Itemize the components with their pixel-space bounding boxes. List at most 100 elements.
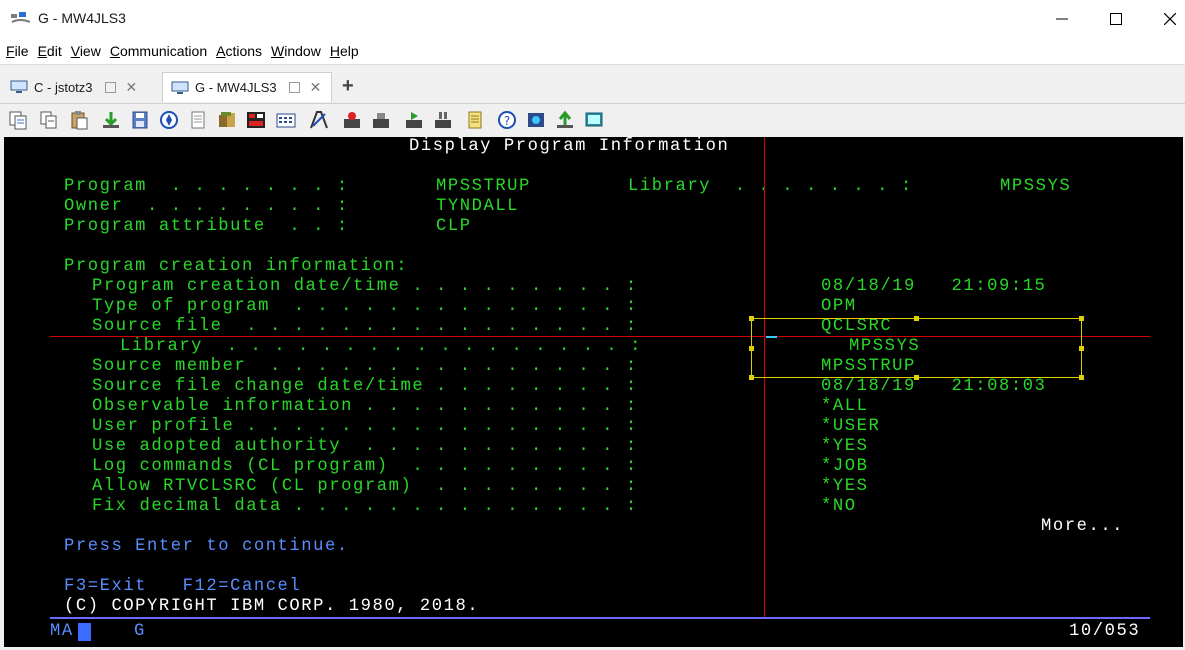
menu-help[interactable]: Help xyxy=(330,43,359,59)
selection-rectangle[interactable] xyxy=(751,318,1082,378)
section-heading: Program creation information: xyxy=(64,257,409,276)
restore-tab-icon[interactable] xyxy=(104,81,116,93)
help-icon[interactable]: ? xyxy=(497,110,517,130)
menu-window[interactable]: Window xyxy=(271,43,321,59)
monitor-icon xyxy=(10,80,28,93)
restore-tab-icon[interactable] xyxy=(288,82,300,93)
library-label: Library . . . . . . . : xyxy=(628,177,913,196)
row-value: *NO xyxy=(821,497,857,516)
instruction-text: Press Enter to continue. xyxy=(64,537,349,556)
oia-session: G xyxy=(134,622,146,641)
notes-icon[interactable] xyxy=(465,110,485,130)
row-label: Log commands (CL program) . . . . . . . … xyxy=(92,457,638,476)
tab-session-g[interactable]: G - MW4JLS3 ✕ xyxy=(162,72,333,102)
tab-label: G - MW4JLS3 xyxy=(195,80,277,95)
oia-status: MA xyxy=(50,622,74,641)
row-label: Source file change date/time . . . . . .… xyxy=(92,377,638,396)
menu-communication[interactable]: Communication xyxy=(110,43,207,59)
record-icon[interactable] xyxy=(246,110,266,130)
row-value: *YES xyxy=(821,437,869,456)
play-icon[interactable] xyxy=(404,110,424,130)
title-bar: G - MW4JLS3 xyxy=(0,0,1185,38)
program-attribute-label: Program attribute . . : xyxy=(64,217,349,236)
selection-handle[interactable] xyxy=(1079,346,1084,351)
close-icon xyxy=(1164,13,1176,25)
row-value: *USER xyxy=(821,417,881,436)
session-tab-bar: C - jstotz3 ✕ G - MW4JLS3 ✕ + xyxy=(0,64,1185,104)
close-tab-icon[interactable]: ✕ xyxy=(310,79,322,96)
row-value: OPM xyxy=(821,297,857,316)
send-file-icon[interactable] xyxy=(555,110,575,130)
tab-session-c[interactable]: C - jstotz3 ✕ xyxy=(2,72,147,102)
save-icon[interactable] xyxy=(130,110,150,130)
tab-label: C - jstotz3 xyxy=(34,79,93,95)
maximize-button[interactable] xyxy=(1092,0,1140,38)
app-logo-icon xyxy=(11,12,31,23)
selection-handle[interactable] xyxy=(749,375,754,380)
navigate-icon[interactable] xyxy=(159,110,179,130)
row-label: Type of program . . . . . . . . . . . . … xyxy=(92,297,638,316)
settings-icon[interactable] xyxy=(526,110,546,130)
text-cursor xyxy=(766,336,777,338)
row-value: *YES xyxy=(821,477,869,496)
owner-label: Owner . . . . . . . . : xyxy=(64,197,349,216)
row-label: Allow RTVCLSRC (CL program) . . . . . . … xyxy=(92,477,638,496)
keypad-icon[interactable] xyxy=(276,110,296,130)
selection-handle[interactable] xyxy=(914,316,919,321)
selection-handle[interactable] xyxy=(1079,316,1084,321)
screen-icon[interactable] xyxy=(584,110,604,130)
selection-handle[interactable] xyxy=(749,346,754,351)
print-icon[interactable] xyxy=(188,110,208,130)
close-button[interactable] xyxy=(1146,0,1185,38)
menu-bar: File Edit View Communication Actions Win… xyxy=(0,38,1185,64)
row-label: Library . . . . . . . . . . . . . . . . … xyxy=(120,337,643,356)
edit-keypad-icon[interactable] xyxy=(309,110,329,130)
close-tab-icon[interactable]: ✕ xyxy=(126,79,138,96)
run-icon[interactable] xyxy=(342,110,362,130)
screen-title: Display Program Information xyxy=(409,137,730,156)
stop-icon[interactable] xyxy=(371,110,391,130)
row-label: Source file . . . . . . . . . . . . . . … xyxy=(92,317,638,336)
selection-handle[interactable] xyxy=(749,316,754,321)
row-label: Fix decimal data . . . . . . . . . . . .… xyxy=(92,497,638,516)
terminal-screen[interactable]: Display Program Information Program . . … xyxy=(4,137,1183,647)
new-tab-button[interactable]: + xyxy=(342,75,354,98)
library-value: MPSSYS xyxy=(1000,177,1072,196)
window-title: G - MW4JLS3 xyxy=(38,10,126,26)
more-indicator: More... xyxy=(1041,517,1125,536)
copy-append-icon[interactable] xyxy=(39,110,59,130)
toolbar: ? xyxy=(0,104,1185,136)
minimize-icon xyxy=(1056,18,1068,20)
maximize-icon xyxy=(1110,13,1122,25)
selection-handle[interactable] xyxy=(1079,375,1084,380)
menu-actions[interactable]: Actions xyxy=(216,43,262,59)
selection-handle[interactable] xyxy=(914,375,919,380)
macro-icon[interactable] xyxy=(217,110,237,130)
row-value: *JOB xyxy=(821,457,869,476)
program-attribute-value: CLP xyxy=(436,217,472,236)
svg-text:?: ? xyxy=(504,114,510,128)
monitor-icon xyxy=(171,81,189,94)
row-value: 08/18/19 21:08:03 xyxy=(821,377,1047,396)
row-label: Source member . . . . . . . . . . . . . … xyxy=(92,357,638,376)
receive-file-icon[interactable] xyxy=(101,110,121,130)
function-keys[interactable]: F3=Exit F12=Cancel xyxy=(64,577,301,597)
status-divider xyxy=(50,617,1150,619)
menu-edit[interactable]: Edit xyxy=(38,43,62,59)
cursor-position: 10/053 xyxy=(1069,622,1141,641)
paste-icon[interactable] xyxy=(69,110,89,130)
row-label: User profile . . . . . . . . . . . . . .… xyxy=(92,417,638,436)
copyright-text: (C) COPYRIGHT IBM CORP. 1980, 2018. xyxy=(64,597,480,616)
pause-icon[interactable] xyxy=(433,110,453,130)
menu-view[interactable]: View xyxy=(71,43,101,59)
row-label: Observable information . . . . . . . . .… xyxy=(92,397,638,416)
minimize-button[interactable] xyxy=(1038,0,1086,38)
row-value: 08/18/19 21:09:15 xyxy=(821,277,1047,296)
program-value: MPSSTRUP xyxy=(436,177,531,196)
menu-file[interactable]: File xyxy=(6,43,29,59)
copy-icon[interactable] xyxy=(8,110,28,130)
row-value: *ALL xyxy=(821,397,869,416)
program-label: Program . . . . . . . : xyxy=(64,177,349,196)
row-label: Use adopted authority . . . . . . . . . … xyxy=(92,437,638,456)
status-cursor-block xyxy=(78,623,91,641)
